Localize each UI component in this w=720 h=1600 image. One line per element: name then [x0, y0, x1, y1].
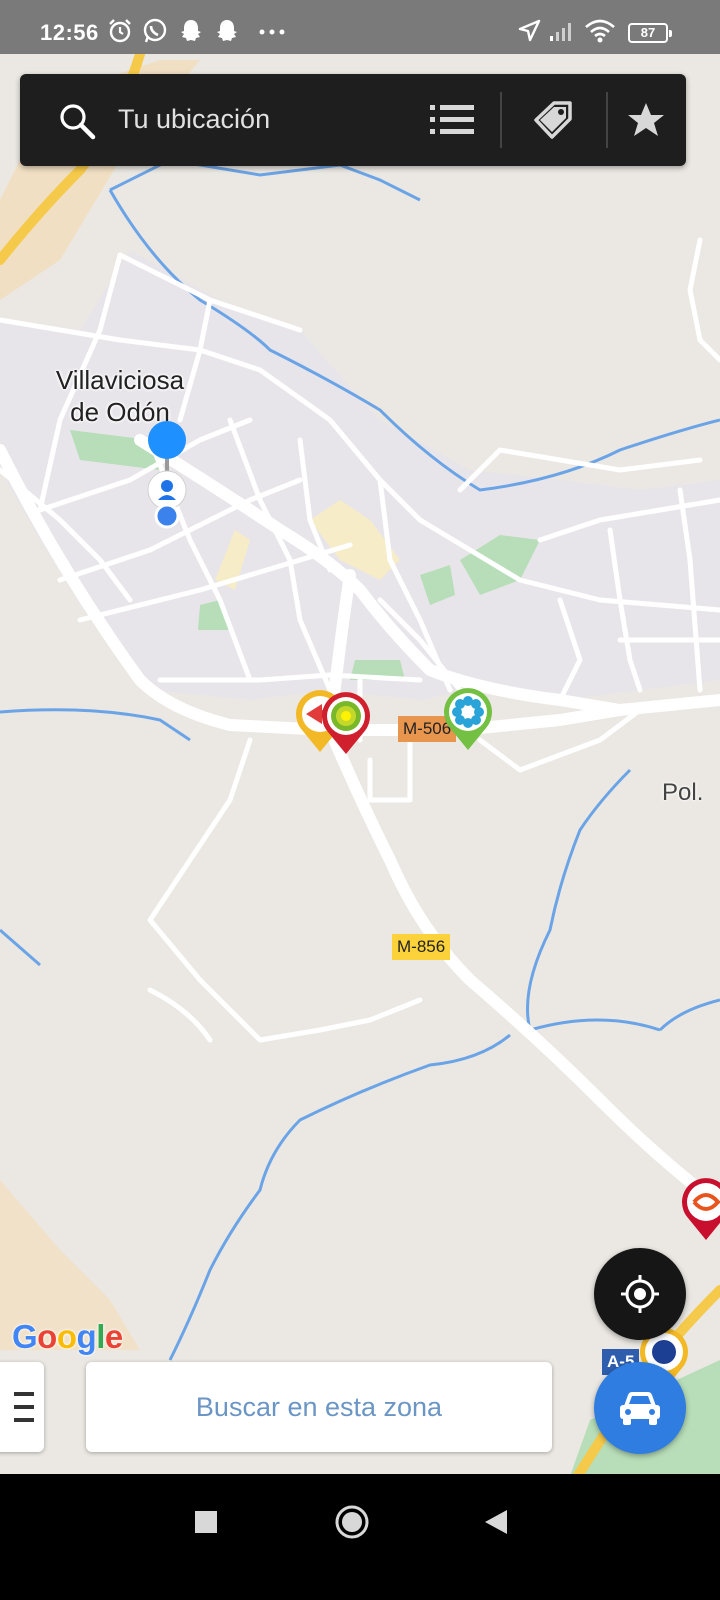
triangle-back-icon: [485, 1510, 507, 1534]
toolbar-divider: [500, 92, 502, 148]
signal-icon: [550, 23, 571, 41]
red-station-marker[interactable]: [678, 1174, 720, 1242]
snapchat-icon: [217, 20, 237, 41]
tag-icon: [534, 101, 572, 139]
pol-label: Pol.: [662, 779, 704, 806]
battery-icon: 87: [628, 23, 672, 43]
crosshair-icon: [621, 1275, 659, 1313]
road-shield-m856: M-856: [392, 934, 451, 960]
search-bar[interactable]: Tu ubicación: [20, 74, 686, 166]
circle-home-icon: [335, 1505, 369, 1539]
google-logo-letter: l: [96, 1318, 105, 1355]
back-button[interactable]: [456, 1498, 536, 1546]
favorites-button[interactable]: [610, 92, 682, 148]
status-bar: 12:56 87: [0, 0, 720, 54]
list-view-button[interactable]: [408, 92, 496, 148]
vehicle-mode-button[interactable]: [594, 1362, 686, 1454]
square-recents-icon: [195, 1511, 217, 1533]
user-location-icon[interactable]: [144, 418, 190, 534]
google-logo-letter: o: [56, 1318, 77, 1355]
alarm-icon: [109, 19, 131, 43]
system-nav-bar: [0, 1474, 720, 1600]
status-time: 12:56: [40, 20, 99, 45]
location-arrow-icon: [518, 19, 541, 42]
car-icon: [620, 1392, 660, 1425]
list-icon: [430, 105, 474, 134]
search-this-area-button[interactable]: Buscar en esta zona: [86, 1362, 552, 1452]
google-logo-letter: e: [104, 1318, 123, 1355]
locate-me-button[interactable]: [594, 1248, 686, 1340]
recents-button[interactable]: [166, 1498, 246, 1546]
menu-button[interactable]: [0, 1362, 44, 1452]
menu-icon: [14, 1392, 34, 1422]
more-dots-icon: [259, 29, 285, 35]
town-label-line1: Villaviciosa: [55, 365, 185, 395]
snapchat-icon: [181, 20, 201, 41]
town-label: Villaviciosa de Odón: [20, 364, 220, 428]
google-logo-letter: g: [76, 1318, 97, 1355]
toolbar-divider: [606, 92, 608, 148]
whatsapp-icon: [143, 18, 167, 43]
google-logo: Google: [12, 1318, 123, 1356]
search-icon[interactable]: [58, 102, 98, 142]
google-logo-letter: o: [37, 1318, 57, 1355]
blue-flower-station-marker[interactable]: [440, 684, 496, 752]
offers-tag-button[interactable]: [508, 92, 598, 148]
star-icon: [628, 103, 664, 136]
search-input[interactable]: Tu ubicación: [118, 104, 270, 135]
google-logo-letter: G: [12, 1318, 38, 1355]
town-label-line2: de Odón: [70, 397, 170, 427]
home-button[interactable]: [312, 1498, 392, 1546]
wifi-icon: [585, 19, 615, 43]
bp-station-marker[interactable]: [318, 688, 374, 756]
